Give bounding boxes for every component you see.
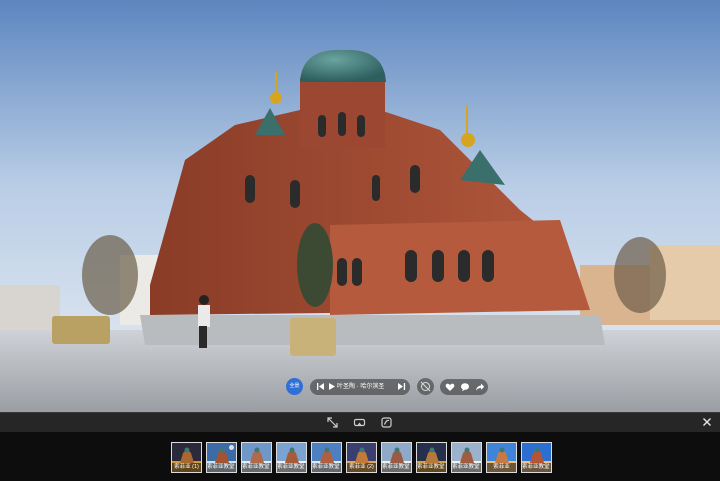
thumbnail-label: 索菲亚 [487,463,516,472]
vr-glasses-icon[interactable] [353,416,366,429]
play-icon[interactable] [326,381,337,392]
scene-thumbnail[interactable]: 索菲亚教堂 (5) [311,442,342,473]
thumbnail-label: 索菲亚 (2) [347,463,376,472]
scene-thumbnail[interactable]: 索菲亚 [486,442,517,473]
hand-drag-icon [420,381,431,392]
scene-thumbnail[interactable]: 索菲亚教堂 (8) [451,442,482,473]
avatar[interactable]: 全景 [286,378,303,395]
scene-thumbnail[interactable]: 索菲亚教堂 (2) [206,442,237,473]
scene-thumbnail[interactable]: 索菲亚教堂 (4) [276,442,307,473]
thumbnail-label: 索菲亚教堂 (3) [242,463,271,472]
thumbnail-label: 索菲亚教堂 (6) [382,463,411,472]
close-icon[interactable] [700,415,714,429]
previous-icon[interactable] [315,381,326,392]
gyroscope-icon[interactable] [380,416,393,429]
next-icon[interactable] [396,381,407,392]
like-icon[interactable] [445,382,455,392]
panorama-scene[interactable] [0,0,720,412]
gyro-toggle-button[interactable] [417,378,434,395]
thumbnail-label: 索菲亚 (1) [172,463,201,472]
thumbnail-list: 索菲亚 (1) 索菲亚教堂 (2) 索菲亚教堂 (3) 索菲亚教堂 (4) 索菲亚教堂 … [171,442,552,473]
scene-thumbnail[interactable]: 索菲亚 (1) [171,442,202,473]
social-bar [440,379,488,395]
thumbnail-label: 索菲亚教堂 (8) [452,463,481,472]
active-indicator-icon [229,445,234,450]
comment-icon[interactable] [460,382,470,392]
thumbnail-label: 索菲亚教堂 (4) [277,463,306,472]
thumbnail-label: 索菲亚教堂 (5) [312,463,341,472]
scene-thumbnail-strip: 索菲亚 (1) 索菲亚教堂 (2) 索菲亚教堂 (3) 索菲亚教堂 (4) 索菲亚教堂 … [0,432,720,481]
thumbnail-label: 索菲亚教堂 (9) [522,463,551,472]
thumbnail-label: 索菲亚教堂 (7) [417,463,446,472]
fullscreen-icon[interactable] [326,416,339,429]
audio-title: 叶圣陶 · 哈尔滨圣 [337,384,385,390]
scene-thumbnail[interactable]: 索菲亚教堂 (6) [381,442,412,473]
thumbnail-label: 索菲亚教堂 (2) [207,463,236,472]
audio-player: 叶圣陶 · 哈尔滨圣 [310,379,410,395]
viewer-toolbar [0,412,720,432]
panorama-viewer: 全景 叶圣陶 · 哈尔滨圣 索菲亚 (1) 索菲亚教堂 索菲亚教堂 索菲亚教堂 … [0,0,720,481]
share-icon[interactable] [475,382,485,392]
scene-thumbnail[interactable]: 索菲亚教堂 (7) [416,442,447,473]
scene-thumbnail[interactable]: 索菲亚教堂 (9) [521,442,552,473]
scene-thumbnail[interactable]: 索菲亚 (2) [346,442,377,473]
scene-thumbnail[interactable]: 索菲亚教堂 (3) [241,442,272,473]
